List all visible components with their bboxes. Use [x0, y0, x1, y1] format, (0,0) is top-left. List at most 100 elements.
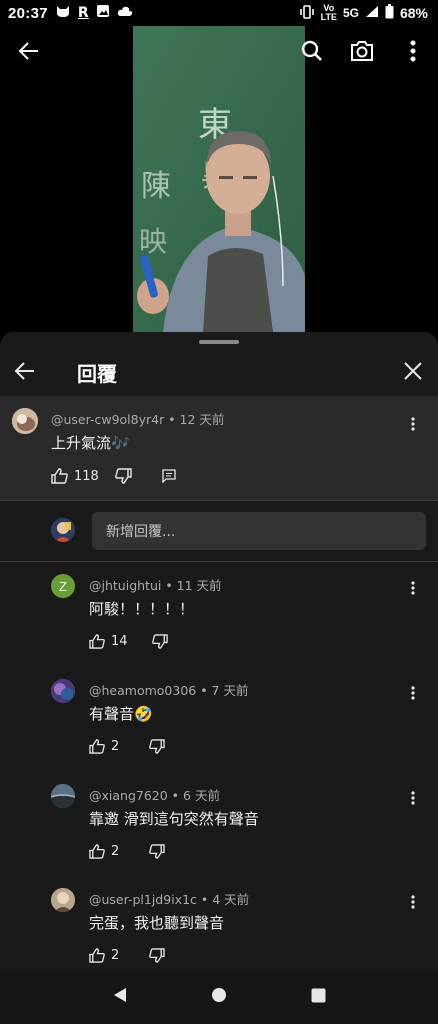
cloud-icon: [117, 5, 133, 21]
my-avatar: [51, 518, 75, 542]
cat-icon: [55, 4, 71, 22]
comment-actions: 118: [51, 468, 176, 484]
more-vertical-icon: [411, 686, 415, 700]
replies-sheet: 回覆 @user-cw9ol8yr4r • 12 天前 上升氣流🎶 118 新增…: [0, 332, 438, 1024]
comment-meta[interactable]: @jhtuightui • 11 天前: [89, 575, 222, 594]
comment-more-button[interactable]: [403, 890, 423, 914]
divider: [0, 500, 438, 501]
thumbs-up-icon: [89, 634, 105, 649]
comment-meta[interactable]: @user-cw9ol8yr4r • 12 天前: [51, 409, 224, 428]
search-button[interactable]: [297, 36, 327, 66]
dislike-button[interactable]: [149, 948, 165, 963]
avatar-letter: Z: [59, 578, 67, 594]
avatar[interactable]: Z: [51, 574, 75, 598]
comment-text: 有聲音🤣: [89, 705, 153, 723]
nav-recents-button[interactable]: [311, 988, 326, 1007]
camera-button[interactable]: [347, 36, 377, 66]
thumbs-down-icon: [115, 468, 132, 484]
comment-icon: [162, 469, 176, 483]
reply-input-placeholder: 新增回覆...: [106, 524, 176, 540]
like-count: 118: [74, 468, 99, 484]
signal-icon: [365, 5, 379, 21]
comment-actions: 2: [89, 844, 165, 859]
comment-text: 上升氣流🎶: [51, 434, 130, 452]
thumbs-down-icon: [149, 948, 165, 963]
thumbs-down-icon: [149, 739, 165, 754]
battery-icon: [385, 4, 394, 22]
like-button[interactable]: 2: [89, 948, 119, 963]
reply-item: @xiang7620 • 6 天前 靠邀 滑到這句突然有聲音 2: [0, 772, 438, 876]
reply-button[interactable]: [162, 469, 176, 483]
thumbs-up-icon: [89, 739, 105, 754]
thumbs-up-icon: [89, 844, 105, 859]
search-icon: [301, 40, 322, 61]
drag-handle[interactable]: [199, 340, 239, 344]
like-count: 2: [111, 844, 120, 859]
avatar[interactable]: [51, 784, 75, 808]
volte-indicator: Vo LTE: [320, 3, 337, 22]
more-vertical-icon: [411, 791, 415, 805]
thumbs-down-icon: [151, 634, 168, 649]
reply-input-row: 新增回覆...: [0, 500, 438, 560]
sheet-title: 回覆: [77, 362, 117, 386]
dislike-button[interactable]: [149, 844, 165, 859]
close-icon: [404, 362, 422, 380]
video-player[interactable]: 東 昇 陳 映: [0, 26, 438, 332]
avatar[interactable]: [51, 888, 75, 912]
comment-meta[interactable]: @xiang7620 • 6 天前: [89, 785, 220, 804]
parent-comment: @user-cw9ol8yr4r • 12 天前 上升氣流🎶 118: [0, 396, 438, 500]
comment-meta[interactable]: @heamomo0306 • 7 天前: [89, 680, 248, 699]
triangle-back-icon: [113, 988, 126, 1002]
comment-actions: 2: [89, 739, 165, 754]
avatar[interactable]: [12, 408, 38, 434]
status-bar: 20:37 R Vo LTE 5G 68%: [0, 0, 438, 26]
svg-text:陳: 陳: [141, 169, 171, 204]
reply-item: @heamomo0306 • 7 天前 有聲音🤣 2: [0, 667, 438, 771]
thumbs-up-icon: [89, 948, 105, 963]
sheet-back-button[interactable]: [10, 356, 40, 386]
reply-item: @user-pl1jd9ix1c • 4 天前 完蛋，我也聽到聲音 2: [0, 876, 438, 980]
like-button[interactable]: 2: [89, 844, 119, 859]
comment-more-button[interactable]: [403, 681, 423, 705]
comment-actions: 14: [89, 634, 168, 649]
r-icon: R: [77, 5, 89, 21]
nav-back-button[interactable]: [112, 987, 128, 1007]
avatar[interactable]: [51, 679, 75, 703]
dislike-button[interactable]: [149, 739, 165, 754]
home-circle-icon: [212, 988, 227, 1002]
nav-home-button[interactable]: [211, 987, 227, 1007]
like-button[interactable]: 118: [51, 468, 99, 484]
more-vertical-icon: [411, 895, 415, 909]
video-thumbnail: 東 昇 陳 映: [133, 26, 305, 332]
comment-more-button[interactable]: [403, 412, 423, 436]
more-vertical-icon: [411, 581, 415, 595]
network-type: 5G: [342, 6, 359, 20]
dislike-button[interactable]: [151, 634, 168, 649]
comment-text: 阿駿！！！！！: [89, 600, 195, 618]
thumbs-up-icon: [51, 468, 68, 484]
comment-meta[interactable]: @user-pl1jd9ix1c • 4 天前: [89, 889, 249, 908]
back-arrow-icon: [14, 362, 34, 380]
reply-input[interactable]: 新增回覆...: [92, 512, 426, 550]
recents-square-icon: [311, 988, 326, 1002]
comment-actions: 2: [89, 948, 165, 963]
close-button[interactable]: [398, 356, 428, 386]
more-vertical-icon: [411, 417, 415, 431]
like-count: 2: [111, 948, 120, 963]
image-icon: [96, 4, 110, 22]
like-button[interactable]: 14: [89, 634, 128, 649]
more-vertical-icon: [410, 40, 416, 62]
dislike-button[interactable]: [115, 468, 132, 484]
sheet-header: 回覆: [0, 350, 438, 392]
status-time: 20:37: [8, 4, 48, 22]
back-button[interactable]: [14, 36, 44, 66]
vibrate-icon: [299, 4, 315, 22]
comment-more-button[interactable]: [403, 576, 423, 600]
svg-text:映: 映: [139, 225, 167, 258]
comment-more-button[interactable]: [403, 786, 423, 810]
camera-icon: [351, 41, 373, 61]
like-button[interactable]: 2: [89, 739, 119, 754]
back-arrow-icon: [18, 42, 38, 60]
more-options-button[interactable]: [398, 36, 428, 66]
comment-text: 完蛋，我也聽到聲音: [89, 914, 225, 932]
